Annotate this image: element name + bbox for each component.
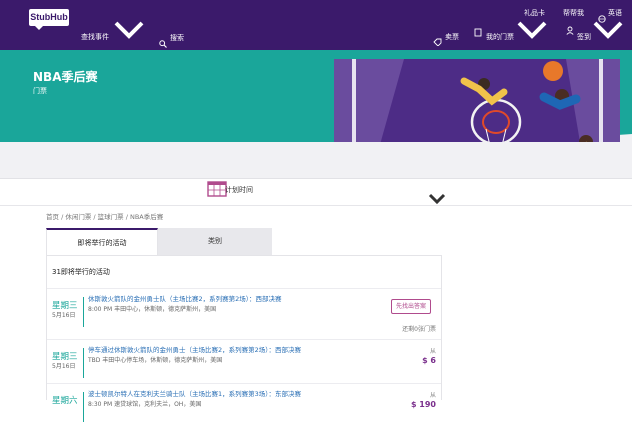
stubhub-logo[interactable]: StubHub	[29, 9, 69, 30]
price-from-label: 从	[429, 392, 436, 399]
breadcrumb-basketball[interactable]: 篮球门票	[98, 213, 124, 221]
my-tickets-link[interactable]: 我的门票	[486, 32, 514, 42]
breadcrumb-home[interactable]: 首页	[46, 213, 59, 221]
language-link[interactable]: 英语	[608, 8, 622, 18]
find-out-button[interactable]: 先找出答案	[391, 299, 432, 314]
list-item[interactable]: 星期三 5月16日 停车通过休斯敦火箭队的金州勇士（主场比赛2，系列赛第2场）：…	[47, 339, 441, 383]
event-tabs: 即将举行的活动 类别	[46, 228, 272, 255]
event-list: 31即将举行的活动 星期三 5月16日 休斯敦火箭队的金州勇士队（主场比赛2，系…	[46, 255, 442, 422]
search-link[interactable]: 搜索	[170, 33, 184, 43]
sell-tag-icon	[433, 31, 442, 50]
signin-link[interactable]: 签到	[577, 32, 591, 42]
date-divider	[83, 348, 84, 378]
help-link[interactable]: 帮帮我	[563, 8, 584, 18]
chevron-down-icon[interactable]	[428, 190, 446, 209]
tab-category[interactable]: 类别	[158, 228, 272, 255]
user-icon	[566, 20, 574, 39]
breadcrumb: 首页 / 休闲门票 / 篮球门票 / NBA季后赛	[46, 213, 164, 221]
event-meta: 8:30 PM 速贷球馆，克利夫兰，OH，美国	[88, 401, 202, 408]
tickets-remaining: 还剩0张门票	[402, 326, 436, 333]
gift-card-link[interactable]: 礼品卡	[524, 8, 545, 18]
date-divider	[83, 297, 84, 327]
page-subtitle: 门票	[33, 87, 47, 95]
calendar-icon[interactable]	[207, 180, 227, 197]
ticket-icon	[474, 22, 482, 41]
schedule-label[interactable]: 计划时间	[225, 185, 253, 195]
event-count: 31即将举行的活动	[52, 268, 110, 276]
date-divider	[83, 392, 84, 422]
price-value[interactable]: $ 190	[411, 400, 436, 409]
tab-upcoming-events[interactable]: 即将举行的活动	[46, 228, 158, 255]
list-item[interactable]: 星期三 5月16日 休斯敦火箭队的金州勇士队（主场比赛2，系列赛第2场）：西部决…	[47, 288, 441, 339]
divider	[0, 178, 632, 179]
event-title-link[interactable]: 休斯敦火箭队的金州勇士队（主场比赛2，系列赛第2场）：西部决赛	[88, 293, 282, 303]
event-title-link[interactable]: 停车通过休斯敦火箭队的金州勇士（主场比赛2，系列赛第2场）：西部决赛	[88, 344, 301, 354]
breadcrumb-leisure[interactable]: 休闲门票	[65, 213, 91, 221]
page-title: NBA季后赛	[33, 70, 98, 84]
sell-link[interactable]: 卖票	[445, 32, 459, 42]
event-date: 5月16日	[52, 312, 76, 319]
price-value[interactable]: $ 6	[422, 356, 436, 365]
list-item[interactable]: 星期六 波士顿凯尔特人在克利夫兰骑士队（主场比赛1，系列赛第3场）：东部决赛 8…	[47, 383, 441, 422]
explore-menu-label[interactable]: 查找事件	[81, 32, 109, 42]
event-meta: TBD 丰田中心停车场，休斯顿，德克萨斯州，美国	[88, 357, 223, 364]
breadcrumb-current: NBA季后赛	[129, 213, 164, 221]
price-from-label: 从	[429, 348, 436, 355]
divider	[0, 205, 632, 206]
event-date: 5月16日	[52, 363, 76, 370]
event-title-link[interactable]: 波士顿凯尔特人在克利夫兰骑士队（主场比赛1，系列赛第3场）：东部决赛	[88, 388, 301, 398]
event-day: 星期六	[52, 396, 78, 406]
event-meta: 8:00 PM 丰田中心，休斯顿，德克萨斯州，美国	[88, 306, 217, 313]
schedule-band	[0, 142, 632, 178]
